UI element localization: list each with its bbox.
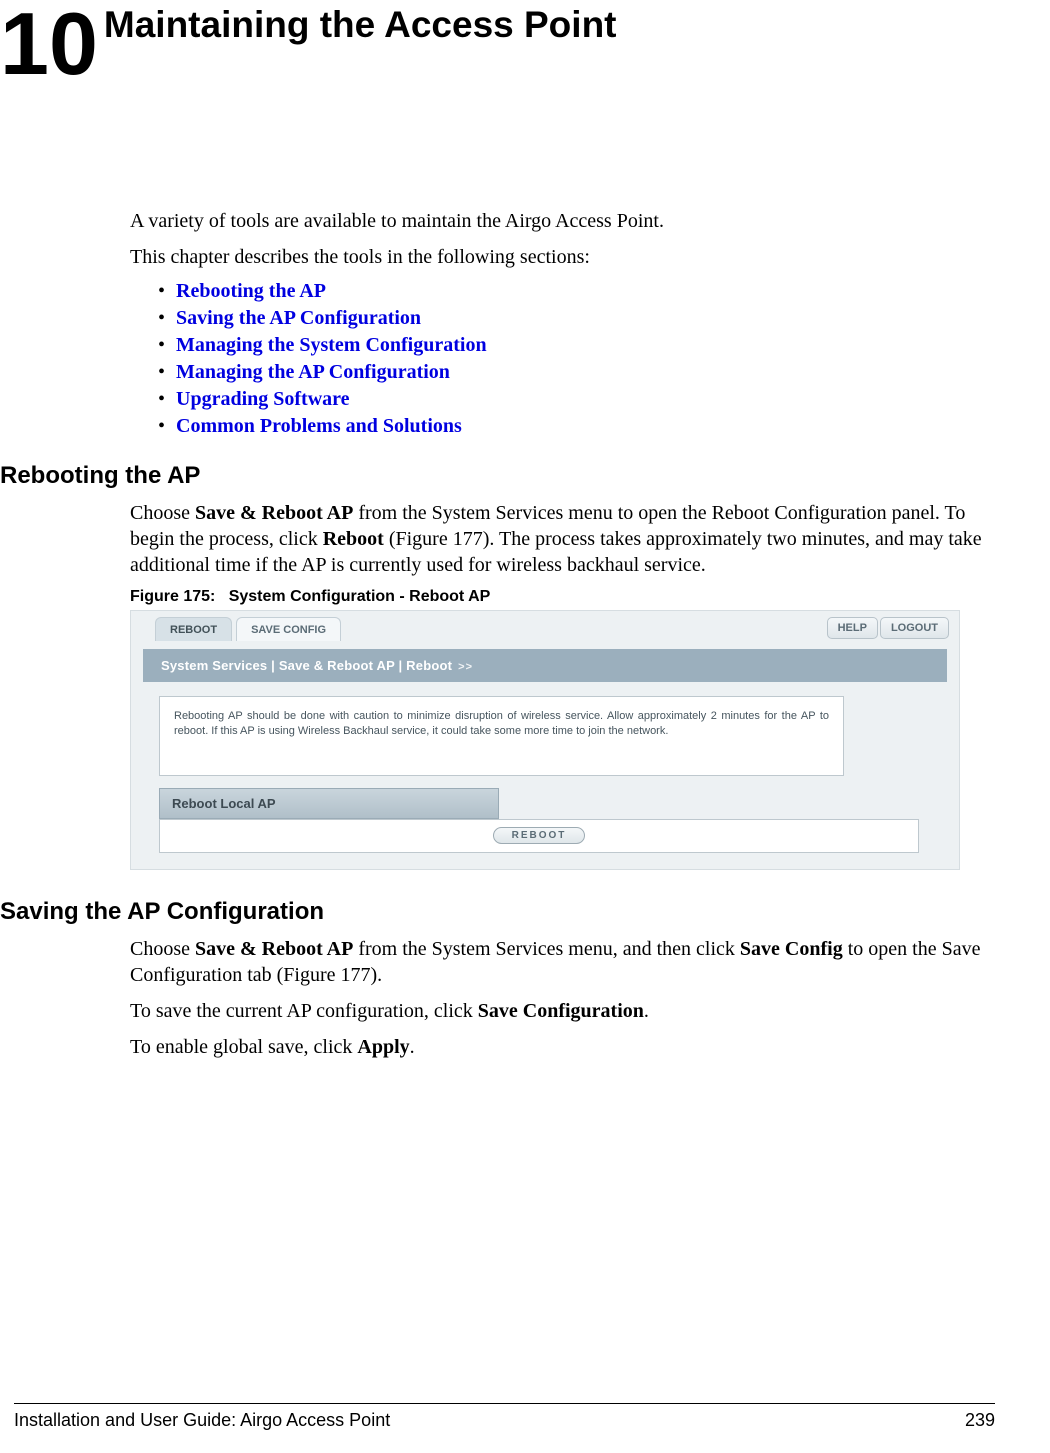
toc-item: •Upgrading Software xyxy=(158,388,995,411)
section2-p1: Choose Save & Reboot AP from the System … xyxy=(130,936,995,988)
section-rebooting: Rebooting the AP Choose Save & Reboot AP… xyxy=(0,462,995,870)
help-button[interactable]: HELP xyxy=(827,617,878,639)
footer-title: Installation and User Guide: Airgo Acces… xyxy=(14,1410,390,1431)
intro-p2: This chapter describes the tools in the … xyxy=(130,244,995,270)
page-footer: Installation and User Guide: Airgo Acces… xyxy=(14,1403,995,1431)
figure-caption: Figure 175: System Configuration - Reboo… xyxy=(130,588,995,606)
chapter-header: 10 Maintaining the Access Point xyxy=(0,0,995,88)
chapter-number: 10 xyxy=(0,0,98,88)
figure-topbar: REBOOT SAVE CONFIG HELP LOGOUT xyxy=(131,611,959,649)
toc-item: •Managing the AP Configuration xyxy=(158,361,995,384)
top-buttons: HELP LOGOUT xyxy=(827,617,949,639)
toc-item: •Rebooting the AP xyxy=(158,280,995,303)
toc-link-upgrading[interactable]: Upgrading Software xyxy=(176,388,350,410)
section-heading-saving: Saving the AP Configuration xyxy=(0,898,995,926)
section-saving: Saving the AP Configuration Choose Save … xyxy=(0,898,995,1060)
breadcrumb: System Services | Save & Reboot AP | Reb… xyxy=(143,649,947,682)
info-box: Rebooting AP should be done with caution… xyxy=(159,696,844,776)
button-row: REBOOT xyxy=(159,819,919,853)
toc-link-manage-system[interactable]: Managing the System Configuration xyxy=(176,334,487,356)
toc-item: •Saving the AP Configuration xyxy=(158,307,995,330)
intro-p1: A variety of tools are available to main… xyxy=(130,208,995,234)
toc-item: •Common Problems and Solutions xyxy=(158,415,995,438)
toc-list: •Rebooting the AP •Saving the AP Configu… xyxy=(158,280,995,438)
toc-link-problems[interactable]: Common Problems and Solutions xyxy=(176,415,462,437)
section-heading-rebooting: Rebooting the AP xyxy=(0,462,995,490)
logout-button[interactable]: LOGOUT xyxy=(880,617,949,639)
page-number: 239 xyxy=(965,1410,995,1431)
section1-paragraph: Choose Save & Reboot AP from the System … xyxy=(130,500,995,578)
section-bar-reboot: Reboot Local AP xyxy=(159,788,499,819)
tab-save-config[interactable]: SAVE CONFIG xyxy=(236,617,341,641)
toc-link-rebooting[interactable]: Rebooting the AP xyxy=(176,280,326,302)
toc-item: •Managing the System Configuration xyxy=(158,334,995,357)
intro-body: A variety of tools are available to main… xyxy=(130,208,995,438)
toc-link-manage-ap[interactable]: Managing the AP Configuration xyxy=(176,361,450,383)
chevron-right-icon: >> xyxy=(458,661,473,673)
section2-p2: To save the current AP configuration, cl… xyxy=(130,998,995,1024)
tabs: REBOOT SAVE CONFIG xyxy=(155,617,341,641)
reboot-button[interactable]: REBOOT xyxy=(493,827,586,844)
toc-link-saving[interactable]: Saving the AP Configuration xyxy=(176,307,421,329)
tab-reboot[interactable]: REBOOT xyxy=(155,617,232,641)
figure-screenshot: REBOOT SAVE CONFIG HELP LOGOUT System Se… xyxy=(130,610,960,870)
section2-p3: To enable global save, click Apply. xyxy=(130,1034,995,1060)
chapter-title: Maintaining the Access Point xyxy=(104,4,617,46)
